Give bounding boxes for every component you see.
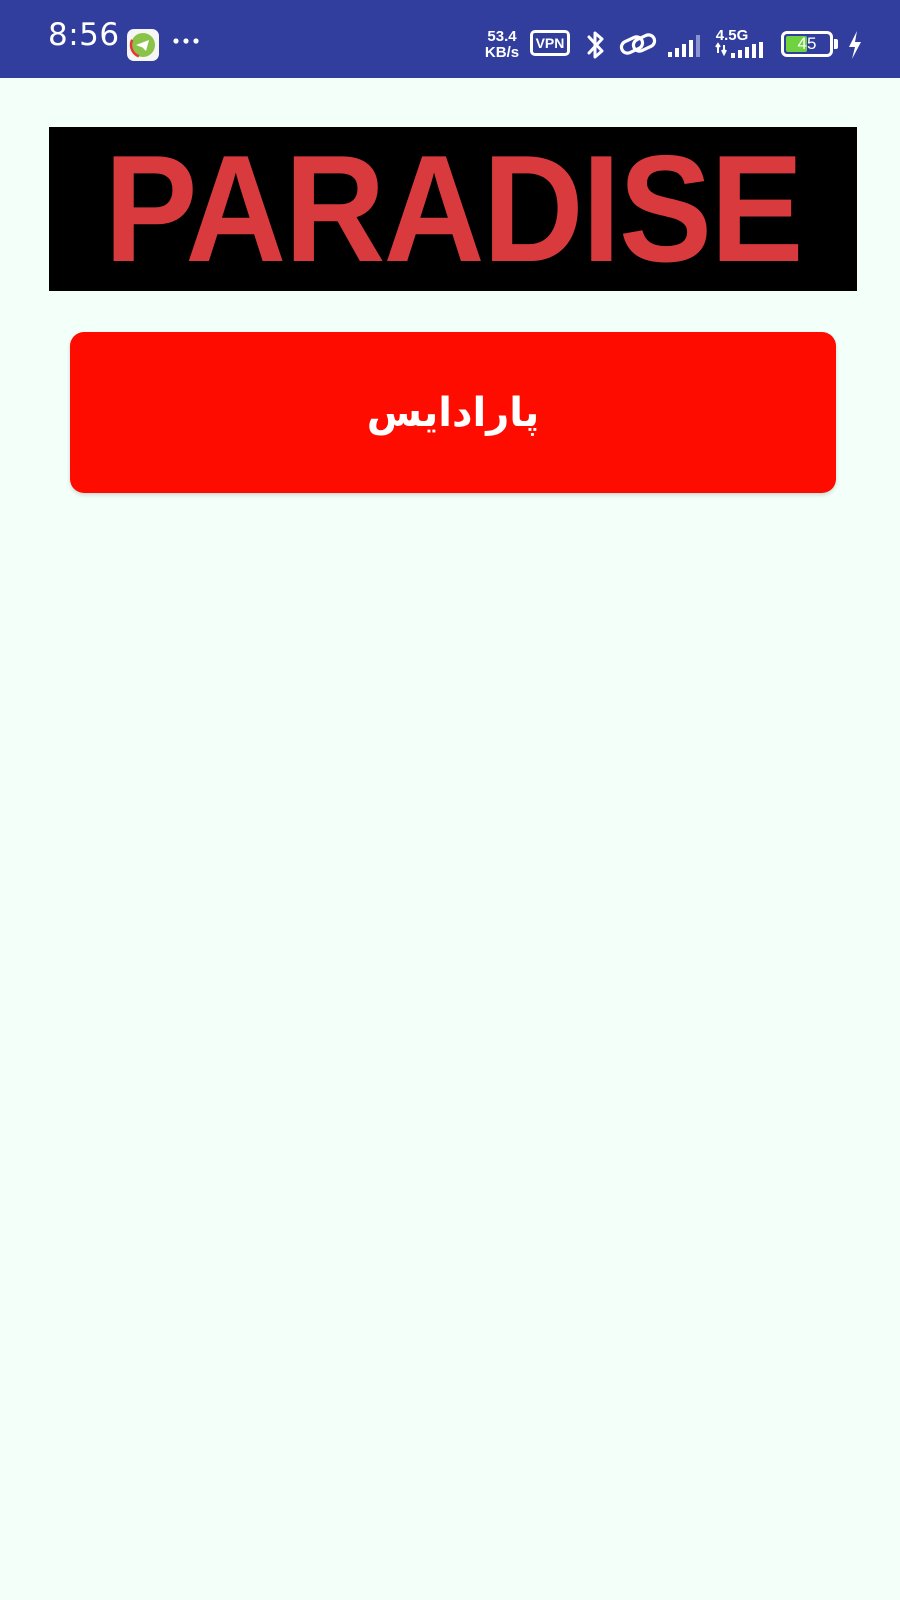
network-speed: 53.4 KB/s: [482, 29, 522, 61]
more-dots-icon: [173, 38, 199, 44]
data-signal-icon: [715, 42, 763, 58]
battery-level: 45: [797, 34, 817, 53]
battery-icon: 45: [781, 31, 839, 57]
paradise-banner-logo: PARADISE: [49, 127, 857, 291]
status-time: 8:56: [48, 17, 120, 53]
network-speed-unit: KB/s: [484, 44, 520, 61]
network-speed-value: 53.4: [487, 28, 517, 45]
paradise-button[interactable]: پارادایس: [70, 332, 836, 493]
network-type: 4.5G: [715, 27, 749, 44]
charging-icon: [849, 31, 861, 59]
bluetooth-icon: [587, 31, 604, 59]
vpn-badge: VPN: [530, 30, 570, 56]
paradise-button-label: پارادایس: [366, 389, 540, 436]
battery-cap: [834, 39, 838, 49]
banner-logo-text: PARADISE: [104, 127, 803, 291]
telegram-app-icon: [127, 29, 159, 61]
hotspot-link-icon: [619, 33, 657, 55]
signal-icon: [668, 35, 700, 57]
status-bar: 8:56 53.4 KB/s VPN 4.5G 45: [0, 0, 900, 78]
battery-body: 45: [781, 31, 833, 57]
